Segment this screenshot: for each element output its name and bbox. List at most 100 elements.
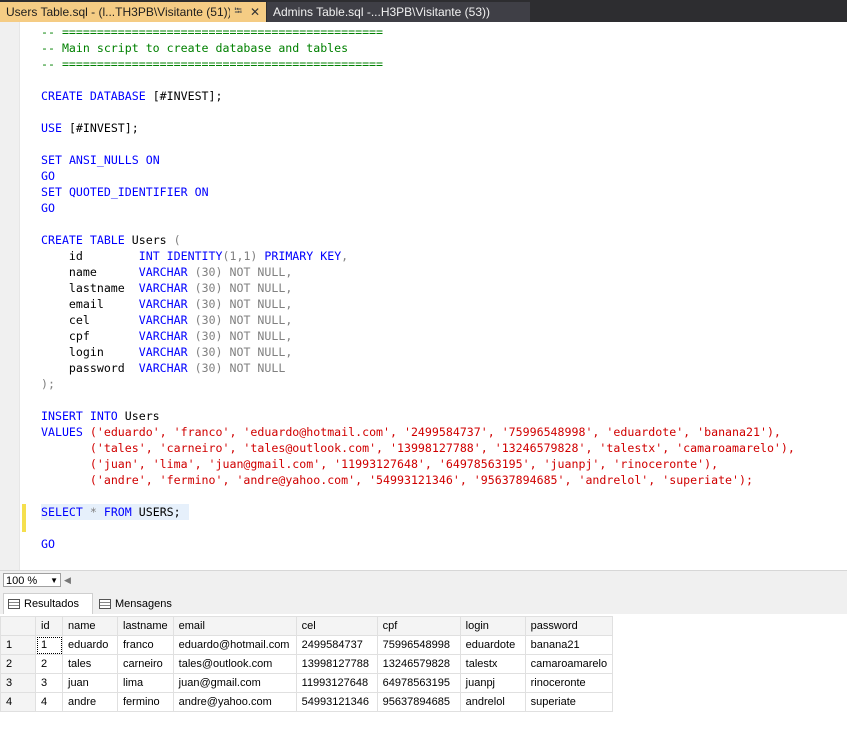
grid-cell[interactable]: andrelol	[459, 692, 526, 712]
grid-cell[interactable]: lima	[117, 673, 174, 693]
grid-cell[interactable]: 3	[35, 673, 63, 693]
table-row[interactable]: 4 4 andre fermino andre@yahoo.com 549931…	[0, 692, 614, 712]
grid-cell[interactable]: franco	[117, 635, 174, 655]
grid-cell[interactable]: talestx	[459, 654, 526, 674]
scroll-left-icon[interactable]: ◀	[64, 575, 71, 586]
messages-icon	[99, 598, 111, 609]
table-name: Users	[131, 233, 167, 247]
values-row-4: ('andre', 'fermino', 'andre@yahoo.com', …	[89, 473, 753, 487]
column-header-email[interactable]: email	[172, 616, 297, 636]
len: (30)	[194, 297, 223, 311]
code-line-22: password VARCHAR (30) NOT NULL	[41, 360, 795, 376]
grid-cell[interactable]: camaroamarelo	[524, 654, 614, 674]
tab-messages[interactable]: Mensagens	[95, 593, 179, 614]
grid-cell[interactable]: superiate	[524, 692, 614, 712]
zoom-value: 100 %	[6, 575, 38, 587]
column-header-id[interactable]: id	[35, 616, 63, 636]
grid-cell[interactable]: 13998127788	[295, 654, 378, 674]
kw-use: USE	[41, 121, 62, 135]
tab-admins-table-label: Admins Table.sql -...H3PB\Visitante (53)…	[273, 5, 490, 19]
column-header-cpf[interactable]: cpf	[376, 616, 461, 636]
results-grid[interactable]: id name lastname email cel cpf login pas…	[0, 616, 614, 712]
column-header-cel[interactable]: cel	[295, 616, 378, 636]
grid-cell[interactable]: carneiro	[117, 654, 174, 674]
column-header-lastname[interactable]: lastname	[117, 616, 174, 636]
grid-cell[interactable]: 2	[35, 654, 63, 674]
close-icon[interactable]: ✕	[250, 5, 260, 19]
code-line-18: email VARCHAR (30) NOT NULL,	[41, 296, 795, 312]
grid-cell[interactable]: eduardo	[62, 635, 118, 655]
not-null: NOT NULL	[229, 265, 286, 279]
kw-quoted-identifier: QUOTED_IDENTIFIER	[68, 185, 188, 199]
grid-cell[interactable]: 13246579828	[376, 654, 461, 674]
kw-varchar: VARCHAR	[138, 281, 188, 295]
comma: ,	[341, 249, 349, 263]
grid-cell[interactable]: 2499584737	[295, 635, 378, 655]
column-header-password[interactable]: password	[524, 616, 614, 636]
grid-cell[interactable]: tales	[62, 654, 118, 674]
grid-cell[interactable]: eduardo@hotmail.com	[172, 635, 297, 655]
kw-varchar: VARCHAR	[138, 265, 188, 279]
row-number[interactable]: 3	[0, 673, 36, 693]
code-line-3: -- =====================================…	[41, 57, 384, 71]
kw-varchar: VARCHAR	[138, 297, 188, 311]
tab-users-table[interactable]: Users Table.sql - (l...TH3PB\Visitante (…	[0, 2, 266, 22]
code-line-25: INSERT INTO Users	[41, 408, 795, 424]
grid-cell[interactable]: fermino	[117, 692, 174, 712]
grid-header-row: id name lastname email cel cpf login pas…	[0, 616, 614, 636]
grid-corner[interactable]	[0, 616, 36, 636]
grid-cell[interactable]: 95637894685	[376, 692, 461, 712]
code-line-27: ('tales', 'carneiro', 'tales@outlook.com…	[41, 440, 795, 456]
code-line-21: login VARCHAR (30) NOT NULL,	[41, 344, 795, 360]
grid-cell[interactable]: 75996548998	[376, 635, 461, 655]
tab-admins-table[interactable]: Admins Table.sql -...H3PB\Visitante (53)…	[267, 2, 530, 22]
insert-table: Users	[124, 409, 160, 423]
table-row[interactable]: 2 2 tales carneiro tales@outlook.com 139…	[0, 654, 614, 674]
grid-cell[interactable]: 64978563195	[376, 673, 461, 693]
tab-results[interactable]: Resultados	[3, 593, 93, 614]
comma: ,	[285, 313, 293, 327]
code-line-5: CREATE DATABASE [#INVEST];	[41, 88, 795, 104]
col-login: login	[68, 345, 104, 359]
grid-cell[interactable]: tales@outlook.com	[172, 654, 297, 674]
col-name: name	[68, 265, 97, 279]
grid-cell[interactable]: andre	[62, 692, 118, 712]
editor-gutter	[0, 22, 19, 570]
grid-cell[interactable]: 54993121346	[295, 692, 378, 712]
column-header-name[interactable]: name	[62, 616, 118, 636]
table-row[interactable]: 1 1 eduardo franco eduardo@hotmail.com 2…	[0, 635, 614, 655]
row-number[interactable]: 1	[0, 635, 36, 655]
not-null: NOT NULL	[229, 281, 286, 295]
kw-create-database: CREATE DATABASE	[41, 89, 146, 103]
table-row[interactable]: 3 3 juan lima juan@gmail.com 11993127648…	[0, 673, 614, 693]
sql-editor[interactable]: -- =====================================…	[0, 22, 847, 570]
comma: ,	[285, 265, 293, 279]
col-password: password	[68, 361, 125, 375]
grid-cell[interactable]: andre@yahoo.com	[172, 692, 297, 712]
pin-icon[interactable]: ⭾	[234, 4, 242, 21]
row-number[interactable]: 4	[0, 692, 36, 712]
grid-cell[interactable]: 1	[35, 635, 63, 655]
grid-cell[interactable]: juanpj	[459, 673, 526, 693]
len: (30)	[194, 361, 223, 375]
len: (30)	[194, 345, 223, 359]
chevron-down-icon[interactable]: ▼	[50, 574, 58, 588]
grid-cell[interactable]: banana21	[524, 635, 614, 655]
grid-cell[interactable]: eduardote	[459, 635, 526, 655]
grid-cell[interactable]: juan@gmail.com	[172, 673, 297, 693]
len: (30)	[194, 281, 223, 295]
zoom-select[interactable]: 100 % ▼	[3, 573, 61, 587]
change-tracking-bar	[22, 504, 26, 532]
column-header-login[interactable]: login	[459, 616, 526, 636]
grid-cell[interactable]: 11993127648	[295, 673, 378, 693]
grid-cell[interactable]: rinoceronte	[524, 673, 614, 693]
values-row-1: ('eduardo', 'franco', 'eduardo@hotmail.c…	[89, 425, 781, 439]
code-line-26: VALUES ('eduardo', 'franco', 'eduardo@ho…	[41, 424, 795, 440]
grid-icon	[8, 599, 20, 609]
len: (30)	[194, 329, 223, 343]
grid-cell[interactable]: 4	[35, 692, 63, 712]
row-number[interactable]: 2	[0, 654, 36, 674]
grid-cell[interactable]: juan	[62, 673, 118, 693]
